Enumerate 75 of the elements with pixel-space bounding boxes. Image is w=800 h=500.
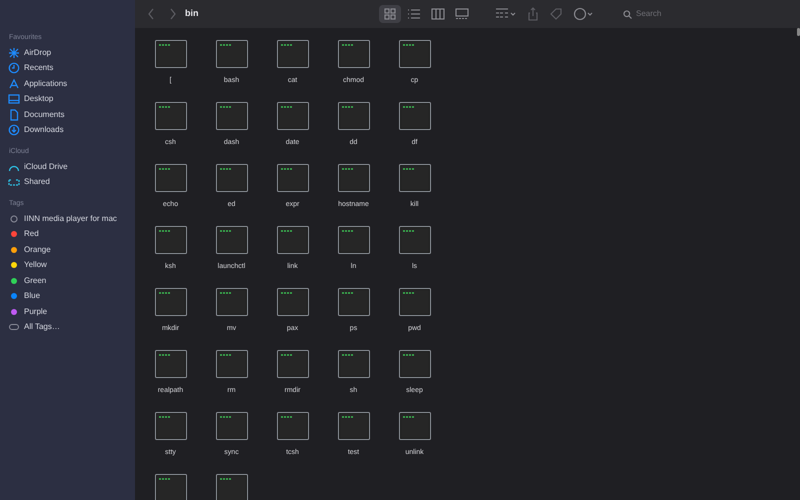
terminal-icon <box>276 288 308 316</box>
tag-icon <box>8 212 20 225</box>
download-icon <box>8 124 20 136</box>
search-field[interactable]: Search <box>636 8 786 20</box>
terminal-icon <box>276 164 308 192</box>
terminal-icon <box>398 40 430 68</box>
terminal-icon <box>398 164 430 192</box>
sidebar-item[interactable]: Applications <box>8 76 127 92</box>
terminal-icon <box>216 350 248 378</box>
terminal-icon <box>216 474 248 500</box>
sidebar-item[interactable]: Recents <box>8 60 127 76</box>
terminal-icon <box>276 350 308 378</box>
sidebar-item[interactable]: Red <box>8 226 127 242</box>
terminal-icon <box>276 102 308 130</box>
terminal-icon <box>338 102 370 130</box>
terminal-icon <box>216 102 248 130</box>
terminal-icon <box>398 412 430 440</box>
terminal-icon <box>216 412 248 440</box>
column-view-icon <box>430 7 444 21</box>
terminal-icon <box>154 40 186 68</box>
terminal-icon <box>154 226 186 254</box>
terminal-icon <box>276 40 308 68</box>
apps-icon <box>8 78 20 90</box>
gallery-view-icon <box>454 7 468 21</box>
scrollbar[interactable] <box>797 28 800 36</box>
sidebar-item[interactable]: Orange <box>8 242 127 258</box>
window-title: bin <box>185 7 198 20</box>
terminal-icon <box>154 288 186 316</box>
back-icon <box>147 8 155 20</box>
sidebar-item[interactable]: Shared <box>8 174 127 190</box>
group-icon <box>494 8 516 20</box>
terminal-icon <box>398 350 430 378</box>
terminal-icon <box>276 226 308 254</box>
search-icon <box>623 10 632 18</box>
sidebar-item[interactable]: AirDrop <box>8 45 127 60</box>
sidebar-item[interactable]: Blue <box>8 288 127 304</box>
clock-icon <box>8 62 20 74</box>
sidebar-item[interactable]: Downloads <box>8 122 127 138</box>
sidebar-item[interactable]: IINN media player for mac <box>8 211 127 226</box>
document-icon <box>8 108 20 121</box>
terminal-icon <box>338 40 370 68</box>
terminal-icon <box>338 288 370 316</box>
terminal-icon <box>398 288 430 316</box>
terminal-icon <box>398 102 430 130</box>
terminal-icon <box>338 226 370 254</box>
sidebar-item[interactable]: iCloud Drive <box>8 159 127 174</box>
forward-icon <box>169 8 177 20</box>
terminal-icon <box>276 412 308 440</box>
terminal-icon <box>216 226 248 254</box>
terminal-icon <box>154 350 186 378</box>
terminal-icon <box>338 412 370 440</box>
sidebar-item[interactable]: Green <box>8 273 127 288</box>
tag-icon <box>548 7 562 21</box>
sidebar-item[interactable]: All Tags… <box>8 320 127 335</box>
sidebar-item[interactable]: Documents <box>8 107 127 122</box>
more-icon <box>572 7 594 21</box>
list-view-icon <box>406 7 420 21</box>
sidebar-item[interactable]: Yellow <box>8 258 127 273</box>
airdrop-icon <box>8 46 20 59</box>
terminal-icon <box>216 288 248 316</box>
terminal-icon <box>154 474 186 500</box>
terminal-icon <box>154 412 186 440</box>
view-button[interactable] <box>378 5 400 23</box>
terminal-icon <box>398 226 430 254</box>
terminal-icon <box>154 102 186 130</box>
desktop-icon <box>8 93 20 106</box>
icon-view-icon <box>382 7 396 21</box>
sidebar-item[interactable]: Purple <box>8 304 127 320</box>
sidebar-item[interactable]: Desktop <box>8 92 127 107</box>
terminal-icon <box>338 350 370 378</box>
terminal-icon <box>216 40 248 68</box>
terminal-icon <box>154 164 186 192</box>
terminal-icon <box>338 164 370 192</box>
share-icon <box>526 7 538 21</box>
terminal-icon <box>216 164 248 192</box>
